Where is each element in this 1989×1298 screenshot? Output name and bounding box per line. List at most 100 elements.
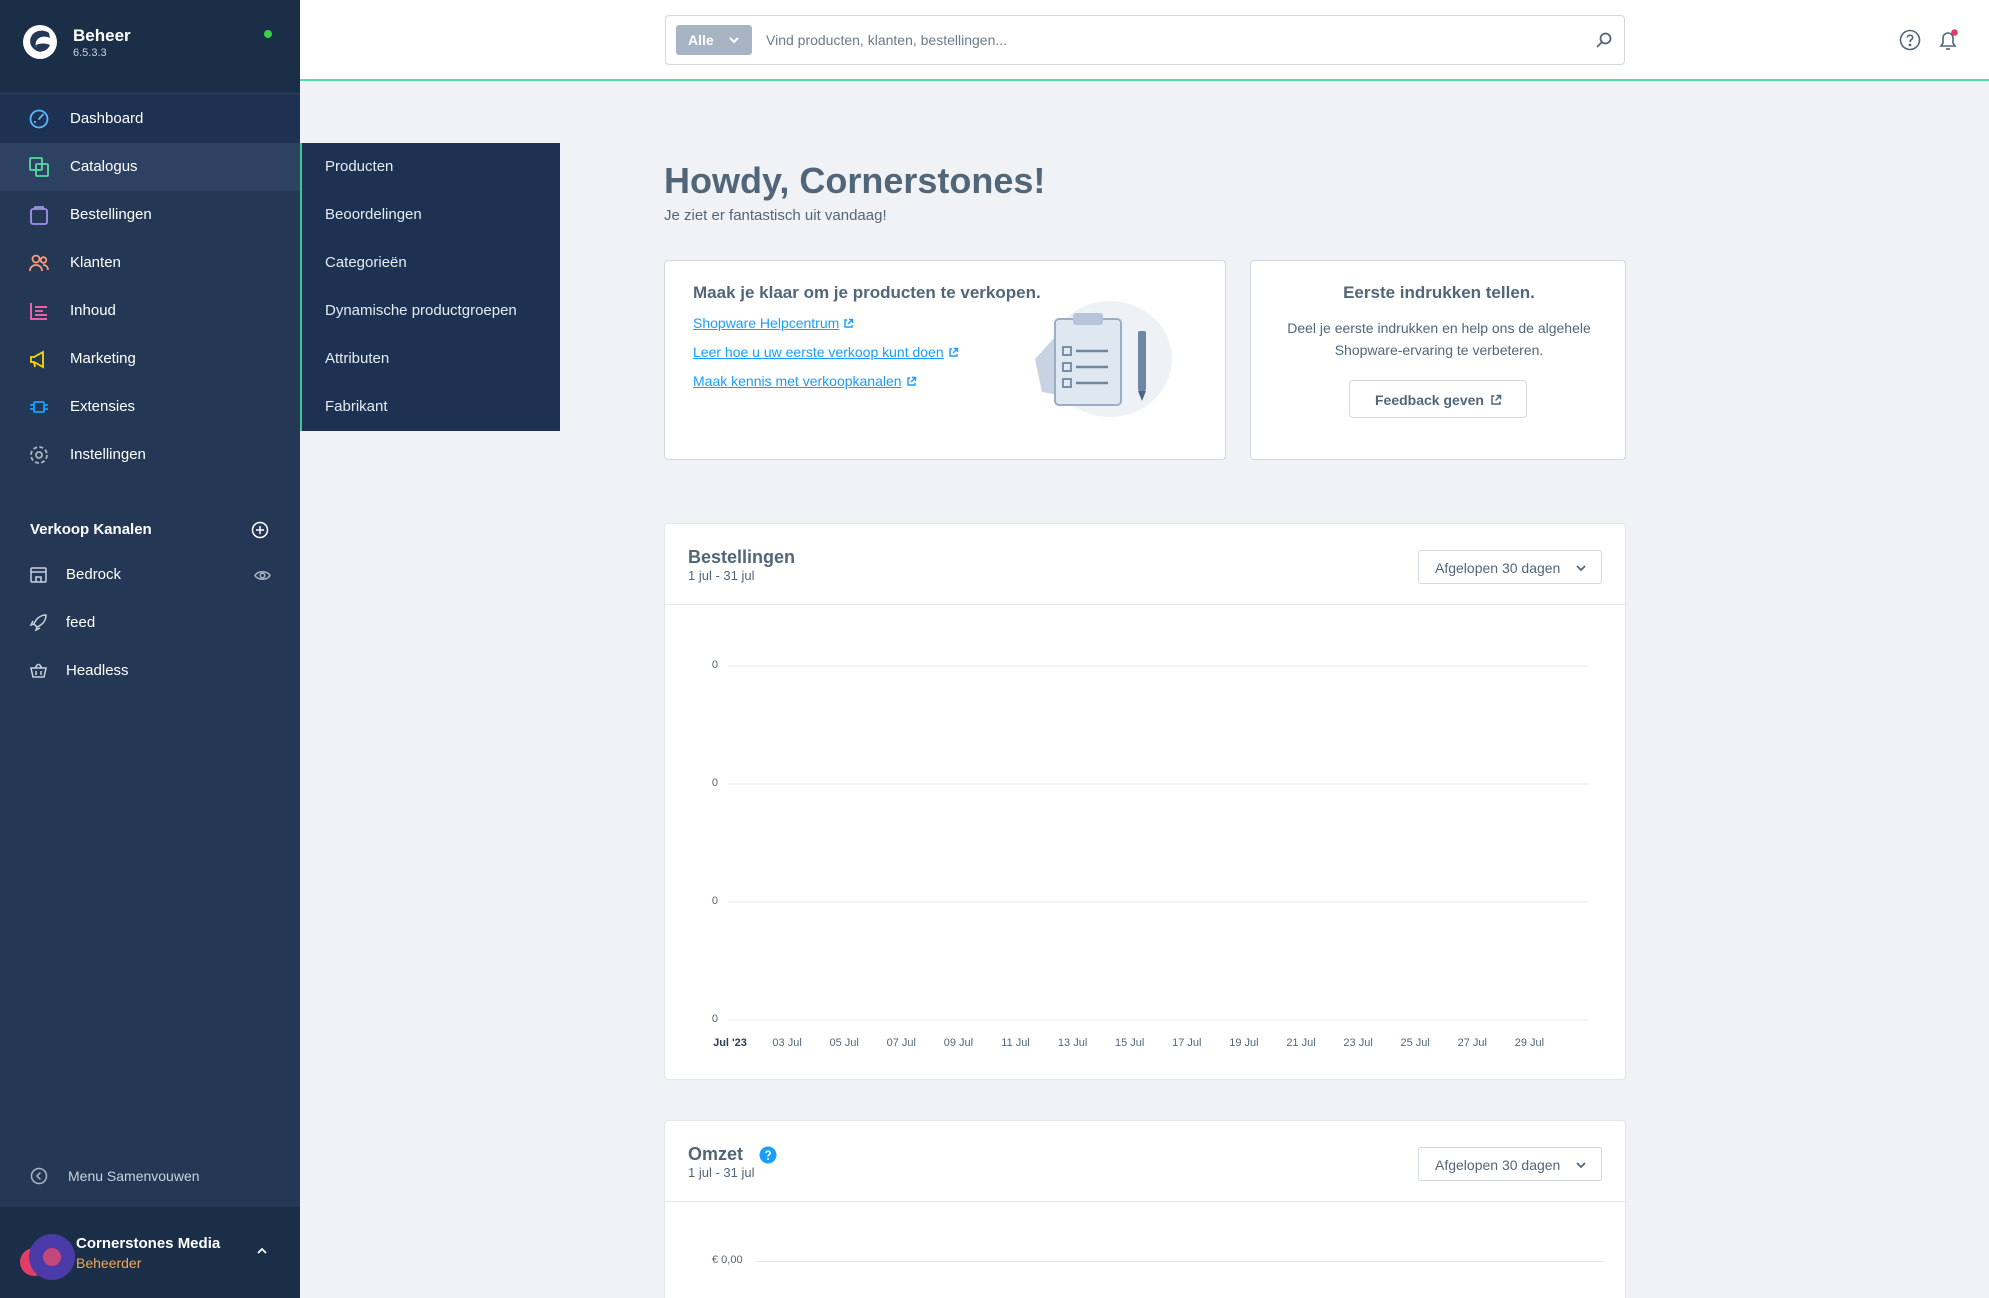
revenue-gridline (755, 1261, 1605, 1262)
sales-channel-feed[interactable]: feed (0, 600, 300, 646)
settings-icon (30, 446, 48, 464)
external-link-icon (948, 347, 958, 357)
search-type-label: Alle (688, 32, 714, 48)
eye-icon[interactable] (254, 567, 271, 584)
orders-card-range: 1 jul - 31 jul (688, 568, 755, 583)
catalog-icon (29, 157, 49, 177)
chevron-up-icon[interactable] (254, 1243, 270, 1259)
nav-label: Bestellingen (70, 206, 152, 223)
nav-dashboard[interactable]: Dashboard (0, 95, 300, 143)
chart-x-tick: 17 Jul (1172, 1037, 1201, 1049)
add-sales-channel-icon[interactable] (251, 521, 269, 539)
search-input[interactable] (766, 22, 1566, 58)
sales-channels-heading: Verkoop Kanalen (30, 521, 152, 538)
sales-channel-bedrock[interactable]: Bedrock (0, 552, 300, 598)
flyout-item-dynamic-product-groups[interactable]: Dynamische productgroepen (302, 287, 560, 335)
flyout-item-reviews[interactable]: Beoordelingen (302, 191, 560, 239)
chart-x-tick: Jul '23 (713, 1037, 747, 1049)
chart-x-tick: 09 Jul (944, 1037, 973, 1049)
external-link-icon (844, 318, 854, 328)
chart-x-tick: 29 Jul (1515, 1037, 1544, 1049)
orders-icon (30, 206, 48, 225)
help-icon[interactable] (759, 1146, 777, 1164)
page-subtitle: Je ziet er fantastisch uit vandaag! (664, 207, 887, 224)
bell-icon[interactable] (1936, 28, 1960, 52)
chart-x-tick: 07 Jul (887, 1037, 916, 1049)
flyout-item-label: Dynamische productgroepen (325, 302, 517, 319)
give-feedback-label: Feedback geven (1375, 392, 1484, 408)
flyout-item-attributes[interactable]: Attributen (302, 335, 560, 383)
collapse-menu-label: Menu Samenvouwen (68, 1168, 200, 1184)
flyout-item-products[interactable]: Producten (302, 143, 560, 191)
orders-range-select[interactable]: Afgelopen 30 dagen (1418, 550, 1602, 584)
nav-customers[interactable]: Klanten (0, 239, 300, 287)
nav-label: Marketing (70, 350, 136, 367)
sales-channel-headless[interactable]: Headless (0, 648, 300, 694)
nav-label: Extensies (70, 398, 136, 415)
first-sale-link[interactable]: Leer hoe u uw eerste verkoop kunt doen (693, 344, 959, 360)
avatar[interactable] (20, 1234, 76, 1290)
chart-x-tick: 21 Jul (1286, 1037, 1315, 1049)
feedback-card: Eerste indrukken tellen. Deel je eerste … (1250, 260, 1626, 460)
clipboard-illustration-icon (1035, 301, 1172, 417)
flyout-item-categories[interactable]: Categorieën (302, 239, 560, 287)
sales-channel-label: Bedrock (66, 566, 122, 583)
chart-x-tick: 13 Jul (1058, 1037, 1087, 1049)
nav-label: Inhoud (70, 302, 116, 319)
give-feedback-button[interactable]: Feedback geven (1349, 380, 1527, 418)
page-title: Howdy, Cornerstones! (664, 160, 1046, 201)
brand-header: Beheer 6.5.3.3 (0, 0, 300, 92)
flyout-item-label: Attributen (325, 350, 390, 367)
getting-started-title: Maak je klaar om je producten te verkope… (693, 283, 1041, 302)
revenue-chart-card: Omzet 1 jul - 31 jul Afgelopen 30 dagen … (664, 1120, 1626, 1298)
link-label: Leer hoe u uw eerste verkoop kunt doen (693, 344, 944, 360)
revenue-card-header: Omzet 1 jul - 31 jul Afgelopen 30 dagen (665, 1121, 1625, 1202)
feedback-title: Eerste indrukken tellen. (1343, 283, 1535, 302)
help-center-link[interactable]: Shopware Helpcentrum (693, 315, 854, 331)
feedback-text: Deel je eerste indrukken en help ons de … (1287, 320, 1591, 358)
shopware-logo-icon (23, 25, 57, 59)
search-icon[interactable] (1595, 31, 1613, 49)
chart-x-tick: 11 Jul (1001, 1037, 1030, 1049)
nav-extensions[interactable]: Extensies (0, 383, 300, 431)
basket-icon (30, 663, 47, 678)
revenue-range-select[interactable]: Afgelopen 30 dagen (1418, 1147, 1602, 1181)
chart-y-tick: 0 (712, 895, 718, 907)
chart-y-tick: 0 (712, 659, 718, 671)
sales-channels-link[interactable]: Maak kennis met verkoopkanalen (693, 373, 917, 389)
catalog-flyout-menu: Producten Beoordelingen Categorieën Dyna… (300, 143, 560, 431)
nav-catalog[interactable]: Catalogus (0, 143, 300, 191)
chart-x-tick: 15 Jul (1115, 1037, 1144, 1049)
flyout-item-label: Beoordelingen (325, 206, 422, 223)
search-type-dropdown[interactable]: Alle (676, 25, 752, 55)
chevron-down-icon (1576, 565, 1586, 572)
user-panel[interactable]: Cornerstones Media Beheerder (0, 1207, 300, 1298)
chevron-down-icon (729, 37, 739, 44)
help-icon[interactable] (1899, 29, 1921, 51)
app-title: Beheer (73, 26, 131, 45)
revenue-card-title: Omzet (688, 1144, 744, 1164)
range-select-label: Afgelopen 30 dagen (1435, 1157, 1561, 1173)
nav-orders[interactable]: Bestellingen (0, 191, 300, 239)
chart-x-tick: 23 Jul (1343, 1037, 1372, 1049)
revenue-y-tick: € 0,00 (712, 1254, 743, 1266)
global-search: Alle (665, 15, 1625, 65)
orders-card-header: Bestellingen 1 jul - 31 jul Afgelopen 30… (665, 524, 1625, 605)
nav-content[interactable]: Inhoud (0, 287, 300, 335)
chart-y-tick: 0 (712, 1013, 718, 1025)
content-icon (30, 303, 47, 320)
flyout-item-label: Fabrikant (325, 398, 388, 415)
nav-settings[interactable]: Instellingen (0, 431, 300, 479)
chart-y-tick: 0 (712, 777, 718, 789)
orders-line-chart: 0 0 0 0 Jul '23 03 Jul 05 Jul 07 Jul 09 Jul 11 Ju… (712, 659, 1588, 1049)
sales-channel-label: feed (66, 614, 96, 631)
customers-icon (29, 254, 49, 272)
collapse-menu-button[interactable]: Menu Samenvouwen (0, 1156, 300, 1196)
chart-x-tick: 27 Jul (1458, 1037, 1487, 1049)
nav-marketing[interactable]: Marketing (0, 335, 300, 383)
flyout-item-manufacturer[interactable]: Fabrikant (302, 383, 560, 431)
rocket-icon (29, 614, 47, 632)
nav-label: Dashboard (70, 110, 144, 127)
sales-channel-label: Headless (66, 662, 129, 679)
chart-x-tick: 19 Jul (1229, 1037, 1258, 1049)
